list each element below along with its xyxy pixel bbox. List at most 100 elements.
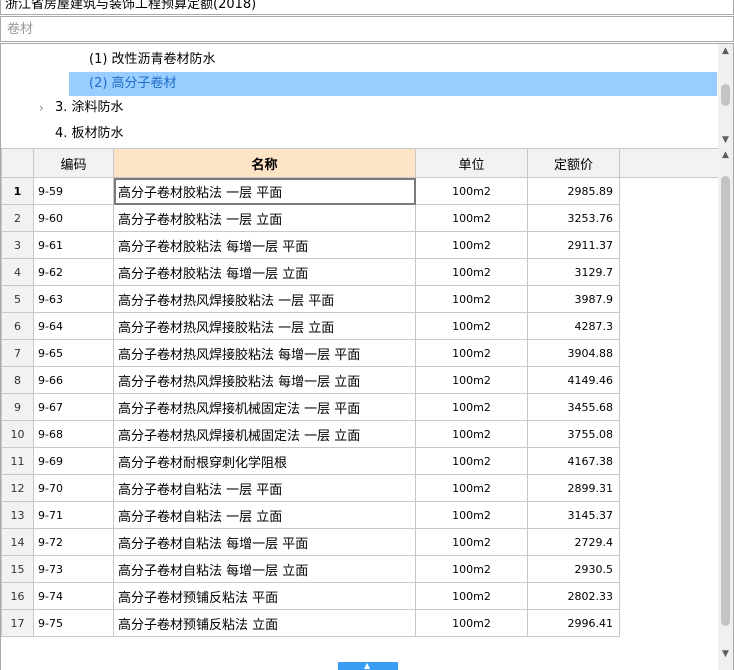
table-row[interactable]: 6 9-64 高分子卷材热风焊接胶粘法 一层 立面 100m2 4287.3 — [1, 312, 719, 340]
cell-name[interactable]: 高分子卷材自粘法 一层 立面 — [113, 501, 416, 529]
cell-price[interactable]: 3904.88 — [527, 339, 620, 367]
cell-name[interactable]: 高分子卷材自粘法 每增一层 平面 — [113, 528, 416, 556]
row-number[interactable]: 12 — [1, 474, 34, 502]
table-row[interactable]: 12 9-70 高分子卷材自粘法 一层 平面 100m2 2899.31 — [1, 474, 719, 502]
arrow-down-icon[interactable]: ▼ — [718, 133, 733, 148]
cell-price[interactable]: 4287.3 — [527, 312, 620, 340]
cell-code[interactable]: 9-64 — [33, 312, 114, 340]
filter-input[interactable] — [1, 17, 713, 41]
cell-price[interactable]: 2985.89 — [527, 177, 620, 205]
cell-unit[interactable]: 100m2 — [415, 366, 528, 394]
library-select[interactable]: 浙江省房屋建筑与装饰工程预算定额(2018) — [0, 0, 734, 15]
row-number[interactable]: 6 — [1, 312, 34, 340]
row-number[interactable]: 7 — [1, 339, 34, 367]
cell-name[interactable]: 高分子卷材自粘法 每增一层 立面 — [113, 555, 416, 583]
header-code[interactable]: 编码 — [33, 148, 114, 178]
table-row[interactable]: 3 9-61 高分子卷材胶粘法 每增一层 平面 100m2 2911.37 — [1, 231, 719, 259]
table-row[interactable]: 15 9-73 高分子卷材自粘法 每增一层 立面 100m2 2930.5 — [1, 555, 719, 583]
cell-price[interactable]: 2802.33 — [527, 582, 620, 610]
cell-code[interactable]: 9-66 — [33, 366, 114, 394]
header-name[interactable]: 名称 — [113, 148, 416, 178]
row-number[interactable]: 5 — [1, 285, 34, 313]
cell-name[interactable]: 高分子卷材预铺反粘法 立面 — [113, 609, 416, 637]
row-number[interactable]: 1 — [1, 177, 34, 205]
row-number[interactable]: 14 — [1, 528, 34, 556]
cell-name[interactable]: 高分子卷材胶粘法 每增一层 平面 — [113, 231, 416, 259]
table-row[interactable]: 13 9-71 高分子卷材自粘法 一层 立面 100m2 3145.37 — [1, 501, 719, 529]
cell-code[interactable]: 9-71 — [33, 501, 114, 529]
cell-code[interactable]: 9-62 — [33, 258, 114, 286]
cell-unit[interactable]: 100m2 — [415, 501, 528, 529]
cell-unit[interactable]: 100m2 — [415, 528, 528, 556]
row-number[interactable]: 13 — [1, 501, 34, 529]
cell-name[interactable]: 高分子卷材胶粘法 每增一层 立面 — [113, 258, 416, 286]
cell-price[interactable]: 3145.37 — [527, 501, 620, 529]
cell-price[interactable]: 4149.46 — [527, 366, 620, 394]
table-row[interactable]: 7 9-65 高分子卷材热风焊接胶粘法 每增一层 平面 100m2 3904.88 — [1, 339, 719, 367]
cell-unit[interactable]: 100m2 — [415, 177, 528, 205]
row-number[interactable]: 3 — [1, 231, 34, 259]
arrow-down-icon[interactable]: ▼ — [718, 647, 733, 662]
cell-price[interactable]: 2930.5 — [527, 555, 620, 583]
table-row[interactable]: 11 9-69 高分子卷材耐根穿刺化学阻根 100m2 4167.38 — [1, 447, 719, 475]
tree-item-board[interactable]: 4. 板材防水 — [55, 122, 124, 146]
table-row[interactable]: 5 9-63 高分子卷材热风焊接胶粘法 一层 平面 100m2 3987.9 — [1, 285, 719, 313]
row-number[interactable]: 8 — [1, 366, 34, 394]
cell-unit[interactable]: 100m2 — [415, 285, 528, 313]
tree-item-polymer[interactable]: (2) 高分子卷材 — [69, 72, 717, 96]
table-row[interactable]: 17 9-75 高分子卷材预铺反粘法 立面 100m2 2996.41 — [1, 609, 719, 637]
cell-unit[interactable]: 100m2 — [415, 447, 528, 475]
cell-price[interactable]: 3129.7 — [527, 258, 620, 286]
table-row[interactable]: 10 9-68 高分子卷材热风焊接机械固定法 一层 立面 100m2 3755.08 — [1, 420, 719, 448]
cell-unit[interactable]: 100m2 — [415, 393, 528, 421]
cell-code[interactable]: 9-73 — [33, 555, 114, 583]
row-number[interactable]: 10 — [1, 420, 34, 448]
cell-unit[interactable]: 100m2 — [415, 312, 528, 340]
cell-name[interactable]: 高分子卷材热风焊接胶粘法 每增一层 平面 — [113, 339, 416, 367]
cell-code[interactable]: 9-61 — [33, 231, 114, 259]
cell-unit[interactable]: 100m2 — [415, 555, 528, 583]
table-row[interactable]: 16 9-74 高分子卷材预铺反粘法 平面 100m2 2802.33 — [1, 582, 719, 610]
tree-item-modified-asphalt[interactable]: (1) 改性沥青卷材防水 — [89, 48, 216, 72]
cell-code[interactable]: 9-68 — [33, 420, 114, 448]
row-number[interactable]: 2 — [1, 204, 34, 232]
cell-code[interactable]: 9-74 — [33, 582, 114, 610]
tree-scroll-thumb[interactable] — [721, 84, 730, 106]
row-number[interactable]: 17 — [1, 609, 34, 637]
table-row[interactable]: 9 9-67 高分子卷材热风焊接机械固定法 一层 平面 100m2 3455.68 — [1, 393, 719, 421]
cell-name[interactable]: 高分子卷材胶粘法 一层 平面 — [113, 177, 416, 205]
row-number[interactable]: 4 — [1, 258, 34, 286]
cell-unit[interactable]: 100m2 — [415, 204, 528, 232]
cell-code[interactable]: 9-63 — [33, 285, 114, 313]
cell-unit[interactable]: 100m2 — [415, 420, 528, 448]
cell-price[interactable]: 3755.08 — [527, 420, 620, 448]
arrow-up-icon[interactable]: ▲ — [718, 148, 733, 163]
cell-name[interactable]: 高分子卷材热风焊接胶粘法 一层 立面 — [113, 312, 416, 340]
grid-scroll-thumb[interactable] — [721, 176, 730, 626]
cell-name[interactable]: 高分子卷材耐根穿刺化学阻根 — [113, 447, 416, 475]
cell-price[interactable]: 2996.41 — [527, 609, 620, 637]
cell-price[interactable]: 2899.31 — [527, 474, 620, 502]
cell-code[interactable]: 9-75 — [33, 609, 114, 637]
row-number[interactable]: 15 — [1, 555, 34, 583]
table-row[interactable]: 14 9-72 高分子卷材自粘法 每增一层 平面 100m2 2729.4 — [1, 528, 719, 556]
cell-unit[interactable]: 100m2 — [415, 609, 528, 637]
cell-name[interactable]: 高分子卷材热风焊接胶粘法 每增一层 立面 — [113, 366, 416, 394]
table-row[interactable]: 4 9-62 高分子卷材胶粘法 每增一层 立面 100m2 3129.7 — [1, 258, 719, 286]
row-number[interactable]: 9 — [1, 393, 34, 421]
cell-name[interactable]: 高分子卷材自粘法 一层 平面 — [113, 474, 416, 502]
cell-unit[interactable]: 100m2 — [415, 474, 528, 502]
cell-price[interactable]: 4167.38 — [527, 447, 620, 475]
cell-price[interactable]: 2729.4 — [527, 528, 620, 556]
cell-price[interactable]: 3253.76 — [527, 204, 620, 232]
cell-unit[interactable]: 100m2 — [415, 258, 528, 286]
cell-price[interactable]: 3987.9 — [527, 285, 620, 313]
cell-code[interactable]: 9-70 — [33, 474, 114, 502]
header-price[interactable]: 定额价 — [527, 148, 620, 178]
cell-name[interactable]: 高分子卷材胶粘法 一层 立面 — [113, 204, 416, 232]
table-row[interactable]: 8 9-66 高分子卷材热风焊接胶粘法 每增一层 立面 100m2 4149.46 — [1, 366, 719, 394]
cell-name[interactable]: 高分子卷材预铺反粘法 平面 — [113, 582, 416, 610]
arrow-up-icon[interactable]: ▲ — [718, 44, 733, 59]
cell-name[interactable]: 高分子卷材热风焊接机械固定法 一层 立面 — [113, 420, 416, 448]
cell-price[interactable]: 2911.37 — [527, 231, 620, 259]
